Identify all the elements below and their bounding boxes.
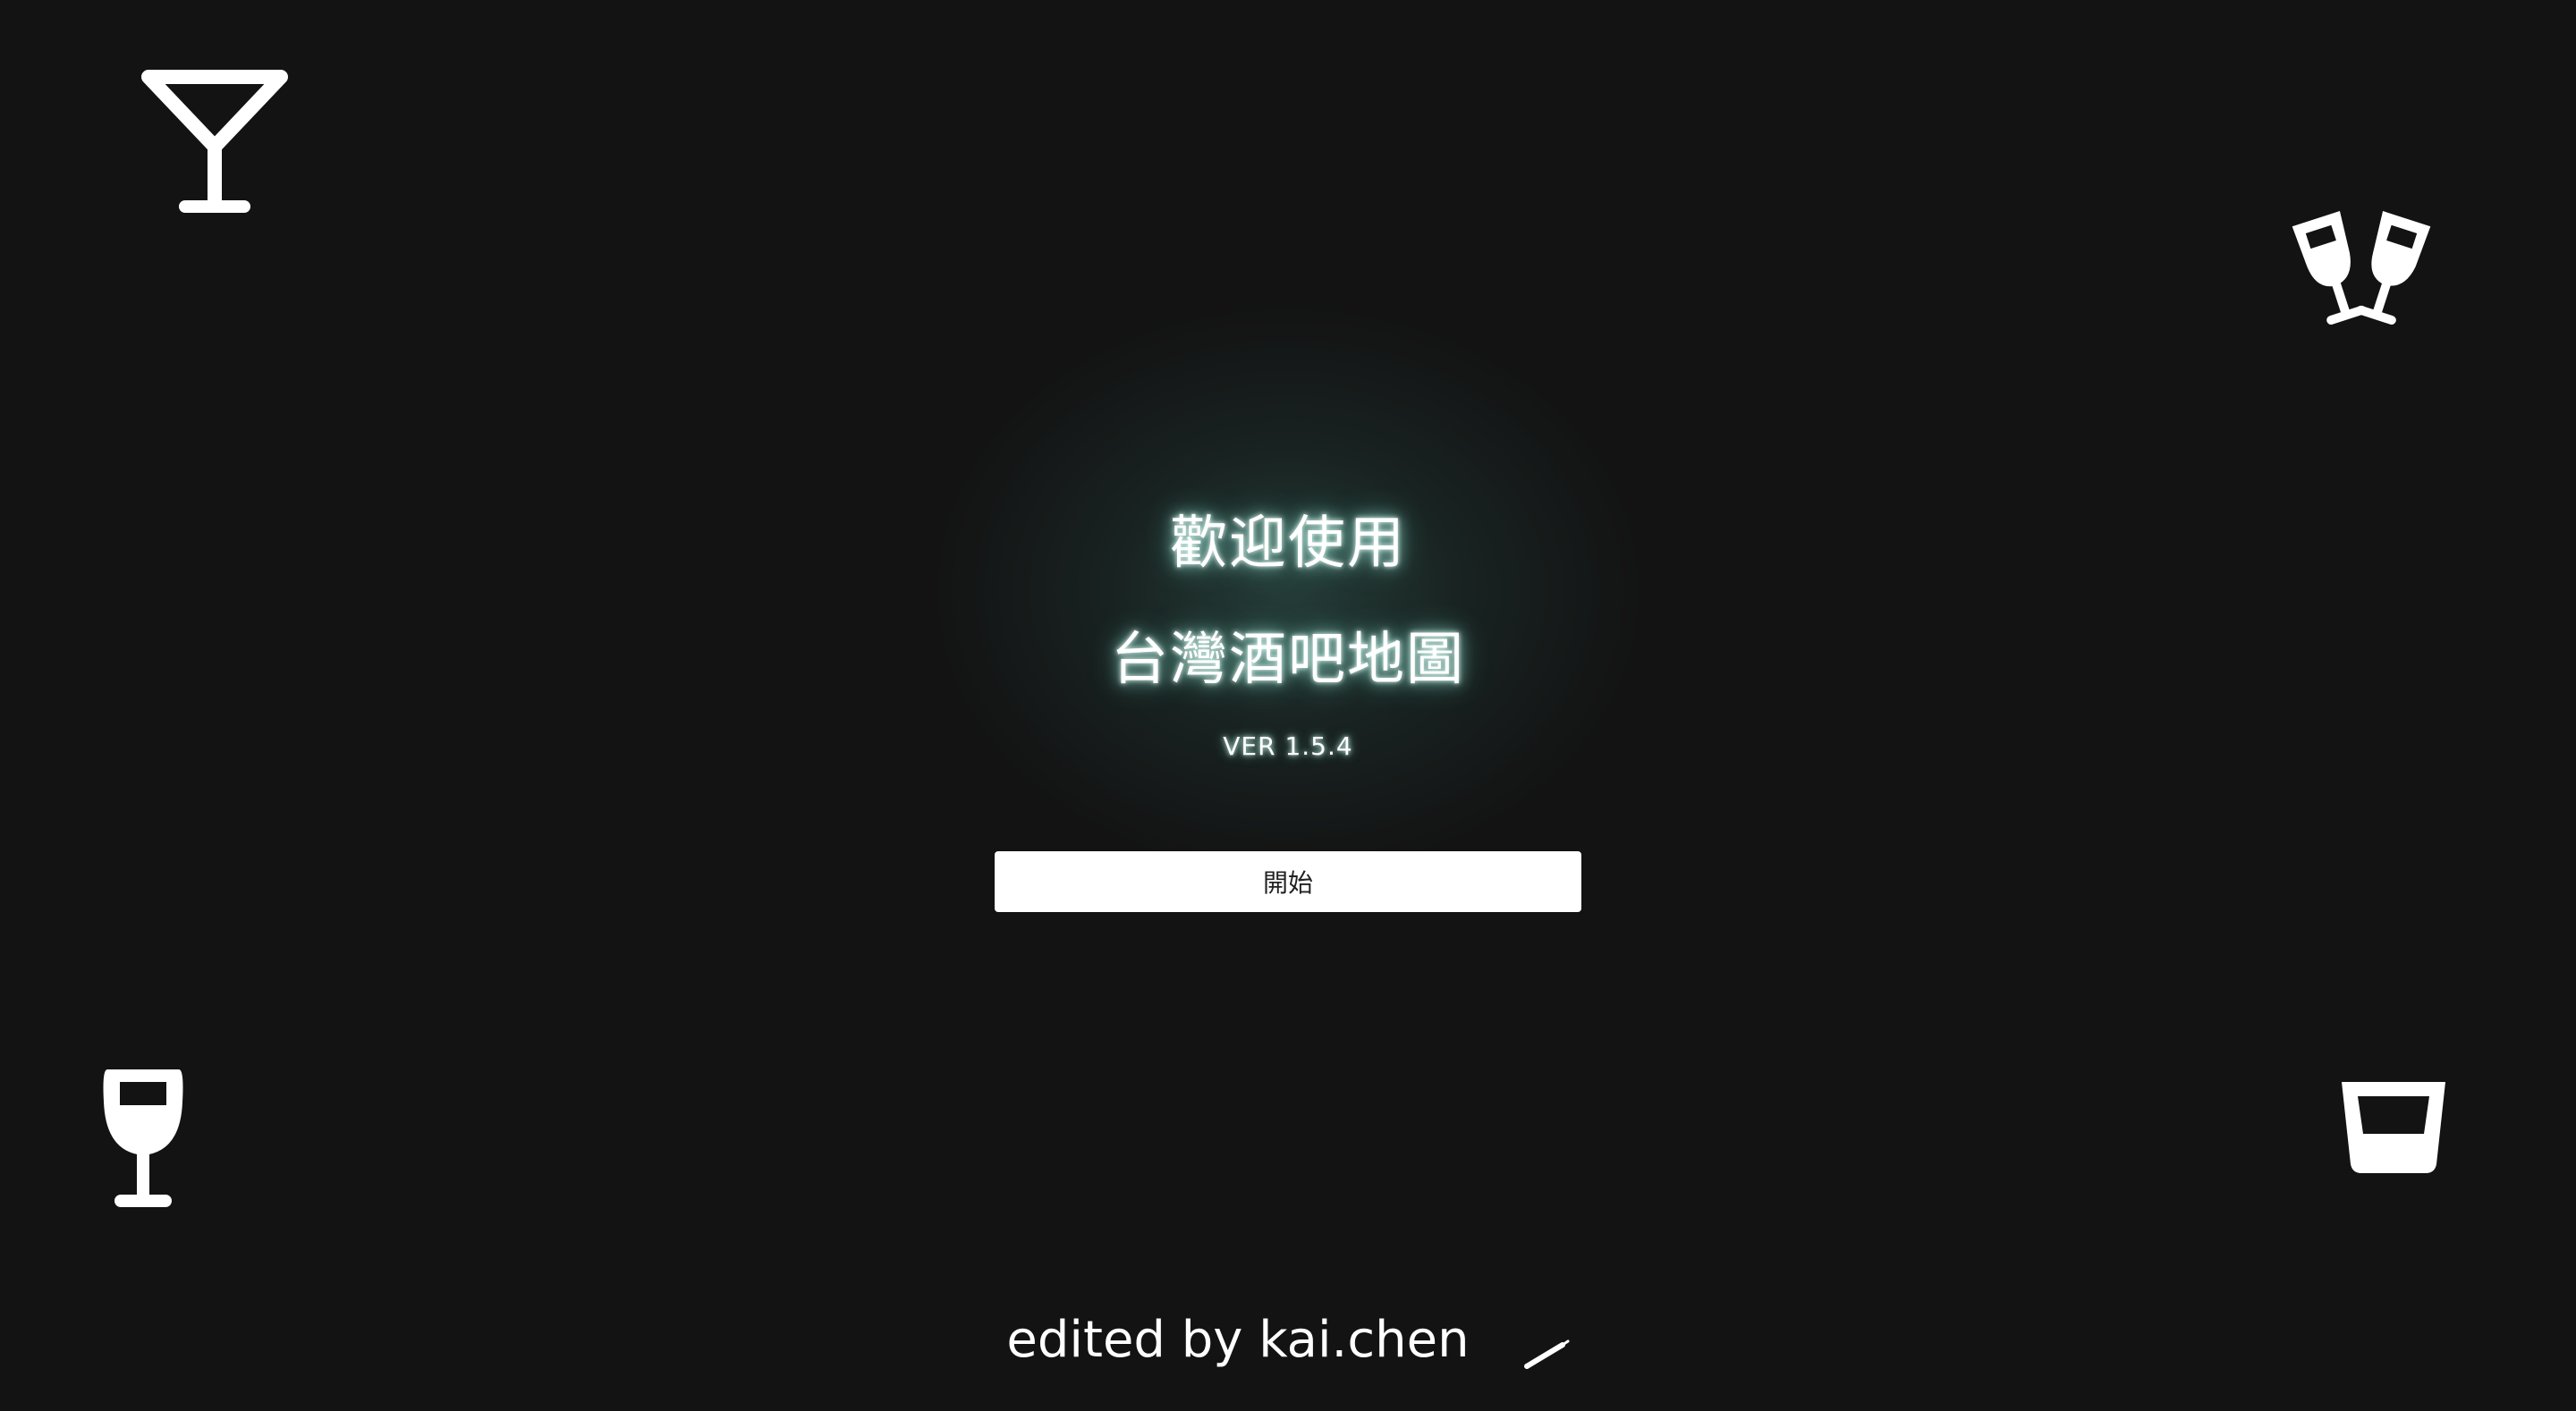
cheers-glasses-icon	[2286, 211, 2436, 331]
credit-text: edited by kai.chen	[1006, 1311, 1470, 1369]
footer: edited by kai.chen	[0, 1311, 2576, 1369]
neon-glow	[930, 304, 1646, 876]
pencil-icon	[1523, 1324, 1570, 1369]
cocktail-glass-icon	[141, 70, 288, 216]
version-label: VER 1.5.4	[1223, 731, 1353, 761]
app-title: 台灣酒吧地圖	[1111, 627, 1465, 693]
welcome-heading: 歡迎使用	[1170, 511, 1406, 577]
welcome-screen: 歡迎使用 台灣酒吧地圖 VER 1.5.4 開始 edited by kai.c…	[0, 0, 2576, 1411]
wine-glass-icon	[102, 1066, 184, 1211]
rocks-glass-icon	[2338, 1078, 2449, 1177]
start-button[interactable]: 開始	[995, 851, 1581, 912]
